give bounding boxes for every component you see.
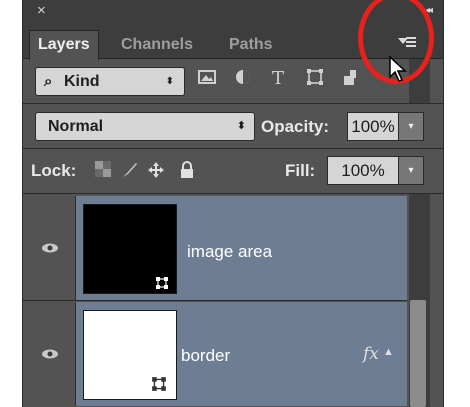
lock-label: Lock:: [31, 161, 77, 180]
eye-icon: [42, 349, 58, 359]
shape-mask-icon: [156, 277, 168, 289]
lock-transparent-icon[interactable]: [95, 161, 111, 177]
layer-effects-icon[interactable]: fx: [363, 344, 379, 364]
lock-image-icon[interactable]: [121, 161, 139, 179]
opacity-field[interactable]: 100%: [347, 112, 399, 141]
layer-row-image-area[interactable]: image area: [23, 196, 407, 300]
magnifier-icon: ⌕: [44, 73, 53, 90]
fill-label: Fill:: [285, 161, 316, 180]
adjustment-filter-icon[interactable]: [233, 67, 253, 87]
opacity-label: Opacity:: [261, 117, 330, 136]
fill-field[interactable]: 100%: [327, 156, 399, 185]
layers-list: image area border fx ▲: [23, 194, 443, 407]
scrollbar-thumb[interactable]: [410, 300, 426, 407]
tab-channels[interactable]: Channels: [113, 31, 201, 58]
select-arrows-icon: ⬍: [236, 120, 246, 132]
layer-name: border: [181, 346, 231, 365]
type-filter-icon[interactable]: T: [269, 67, 289, 87]
smart-object-filter-icon[interactable]: [341, 67, 361, 87]
filter-kind-select[interactable]: ⌕ Kind ⬍: [35, 67, 185, 96]
visibility-toggle[interactable]: [23, 196, 76, 300]
lock-all-icon[interactable]: [179, 161, 195, 179]
opacity-dropdown-button[interactable]: ▾: [398, 112, 424, 141]
shape-filter-icon[interactable]: [305, 67, 325, 87]
expand-effects-icon[interactable]: ▲: [383, 346, 394, 358]
shape-mask-icon: [151, 376, 167, 392]
lock-position-icon[interactable]: [147, 161, 165, 179]
fill-dropdown-button[interactable]: ▾: [398, 156, 424, 185]
mouse-cursor-icon: [389, 56, 407, 82]
visibility-toggle[interactable]: [23, 302, 76, 406]
eye-icon: [42, 243, 58, 253]
blend-mode-select[interactable]: Normal ⬍: [35, 112, 255, 141]
tab-layers[interactable]: Layers: [29, 30, 99, 60]
layer-name: image area: [187, 242, 273, 261]
close-icon[interactable]: ×: [37, 3, 46, 19]
image-filter-icon[interactable]: [197, 67, 217, 87]
svg-text:T: T: [272, 68, 284, 87]
tab-paths[interactable]: Paths: [221, 31, 281, 58]
layer-row-border[interactable]: border fx ▲: [23, 302, 407, 406]
select-arrows-icon: ⬍: [165, 76, 174, 87]
